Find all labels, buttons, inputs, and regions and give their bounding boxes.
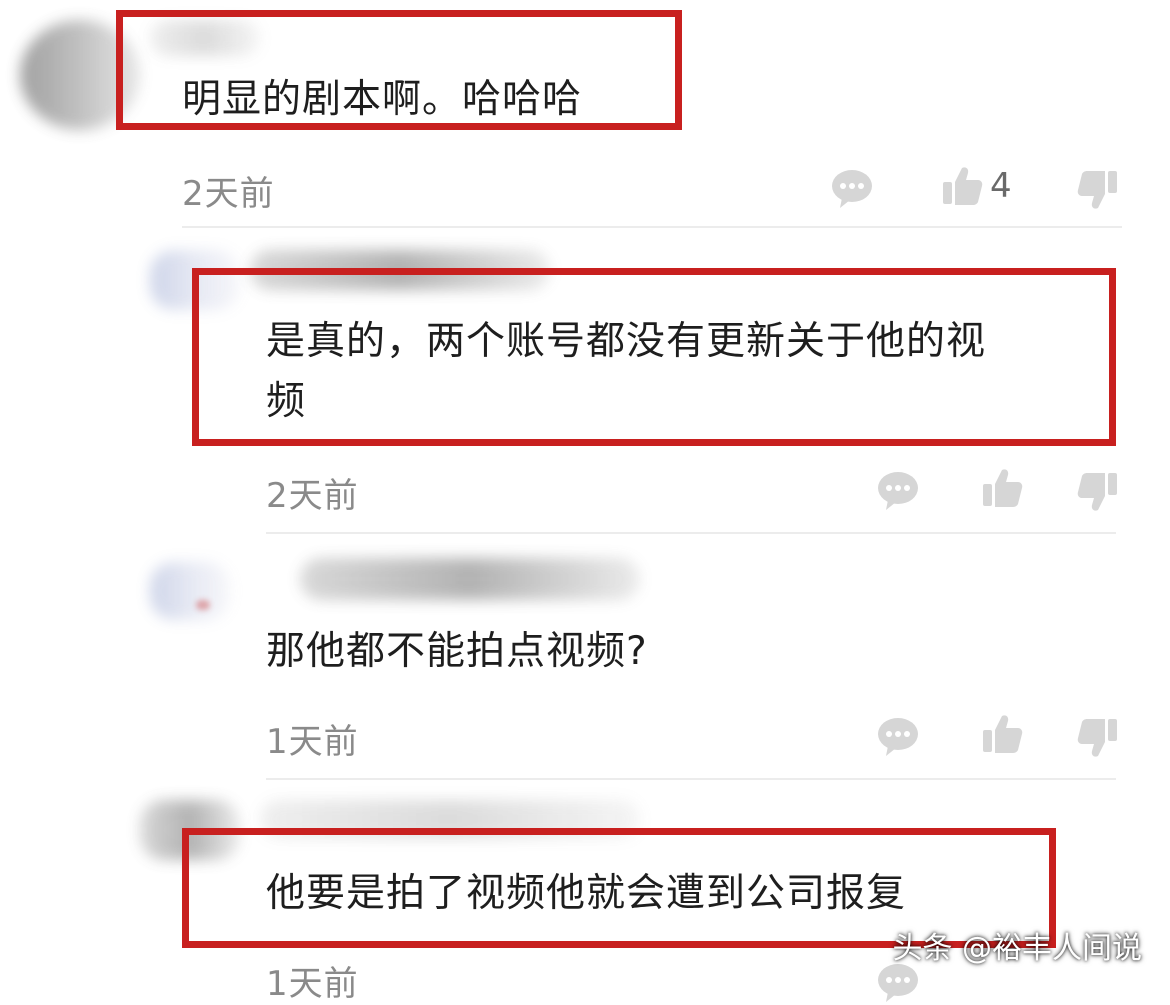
reply-icon[interactable] — [830, 166, 874, 210]
timestamp-2: 2天前 — [266, 476, 359, 516]
comment-text-3: 那他都不能拍点视频? — [266, 629, 648, 674]
timestamp-4: 1天前 — [266, 964, 359, 1004]
thumbs-up-icon[interactable] — [980, 712, 1024, 756]
comment-text-2-line-2: 频 — [266, 379, 307, 424]
thumbs-down-icon[interactable] — [1076, 470, 1120, 514]
reply-icon[interactable] — [876, 714, 920, 758]
timestamp-1: 2天前 — [182, 174, 275, 214]
thumbs-up-icon[interactable] — [940, 164, 984, 208]
watermark: 头条 @裕丰人间说 — [892, 931, 1142, 966]
thumbs-down-icon[interactable] — [1076, 168, 1120, 212]
comment-text-4: 他要是拍了视频他就会遭到公司报复 — [266, 871, 907, 916]
divider-1 — [182, 226, 1122, 228]
comment-text-1: 明显的剧本啊。哈哈哈 — [182, 77, 583, 122]
divider-2 — [266, 532, 1116, 534]
thumbs-down-icon[interactable] — [1076, 716, 1120, 760]
divider-3 — [266, 778, 1116, 780]
timestamp-3: 1天前 — [266, 722, 359, 762]
avatar-3-badge — [196, 600, 210, 610]
like-count-1: 4 — [990, 166, 1012, 206]
username-3-blurred[interactable] — [300, 558, 640, 600]
reply-icon[interactable] — [876, 468, 920, 512]
thumbs-up-icon[interactable] — [980, 466, 1024, 510]
avatar-3-blurred[interactable] — [150, 562, 230, 620]
comment-text-2-line-1: 是真的，两个账号都没有更新关于他的视 — [266, 319, 987, 364]
